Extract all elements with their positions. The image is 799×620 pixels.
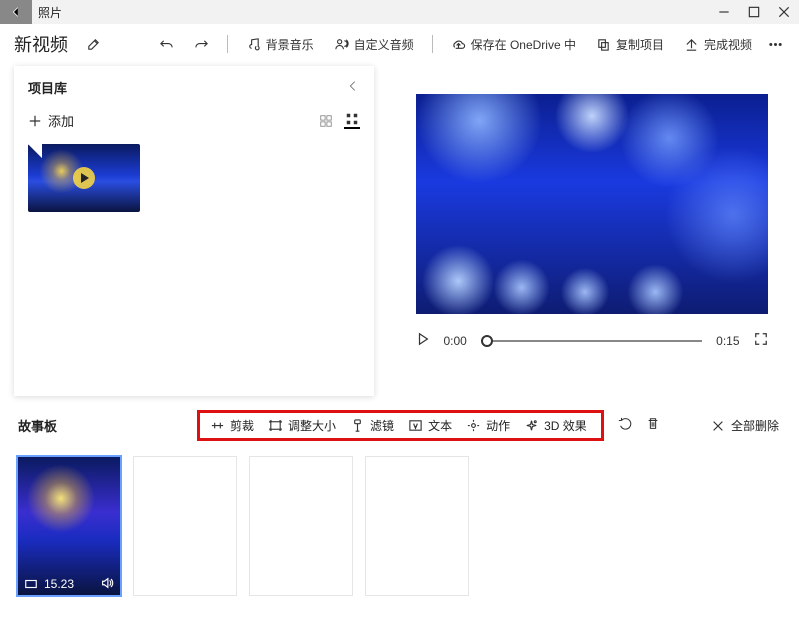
minimize-button[interactable] xyxy=(709,0,739,24)
chevron-left-icon xyxy=(346,79,360,93)
storyboard-empty-slot[interactable] xyxy=(366,457,468,595)
storyboard-empty-slot[interactable] xyxy=(134,457,236,595)
fullscreen-icon xyxy=(754,332,768,346)
fullscreen-button[interactable] xyxy=(754,332,768,349)
sparkle-icon xyxy=(524,418,539,433)
music-icon xyxy=(246,37,261,52)
trim-button[interactable]: 剪裁 xyxy=(210,417,254,434)
grid-large-icon xyxy=(345,112,359,126)
player-controls: 0:00 0:15 xyxy=(416,332,768,349)
clip-duration: 15.23 xyxy=(44,577,74,591)
delete-clip-button[interactable] xyxy=(646,417,660,434)
save-onedrive-button[interactable]: 保存在 OneDrive 中 xyxy=(445,30,582,58)
app-name: 照片 xyxy=(38,4,62,21)
pencil-icon xyxy=(86,37,101,52)
library-collapse-button[interactable] xyxy=(346,79,360,96)
clips-row: 15.23 xyxy=(18,457,779,595)
play-icon xyxy=(416,332,430,346)
3d-effects-button[interactable]: 3D 效果 xyxy=(524,417,587,434)
grid-large-view-button[interactable] xyxy=(344,113,360,129)
title-bar: 照片 xyxy=(0,0,799,24)
play-overlay-icon xyxy=(73,167,95,189)
storyboard-toolbar-highlight: 剪裁 调整大小 滤镜 文本 动作 3D 效果 xyxy=(197,410,604,441)
export-icon xyxy=(684,37,699,52)
copy-icon xyxy=(596,37,611,52)
redo-icon xyxy=(194,37,209,52)
storyboard-section: 故事板 剪裁 调整大小 滤镜 文本 动作 3D 效果 全部删除 15.23 xyxy=(0,396,799,595)
current-time: 0:00 xyxy=(444,334,467,348)
maximize-button[interactable] xyxy=(739,0,769,24)
library-title: 项目库 xyxy=(28,78,67,97)
motion-button[interactable]: 动作 xyxy=(466,417,510,434)
add-label: 添加 xyxy=(48,111,74,130)
person-audio-icon xyxy=(334,37,349,52)
copy-project-label: 复制项目 xyxy=(616,36,664,53)
trim-icon xyxy=(210,418,225,433)
main-area: 项目库 添加 0:00 xyxy=(0,64,799,396)
close-button[interactable] xyxy=(769,0,799,24)
bg-music-label: 背景音乐 xyxy=(266,36,314,53)
trash-icon xyxy=(646,417,660,431)
undo-button[interactable] xyxy=(153,30,180,58)
text-icon xyxy=(408,418,423,433)
bg-music-button[interactable]: 背景音乐 xyxy=(240,30,320,58)
redo-button[interactable] xyxy=(188,30,215,58)
storyboard-clip[interactable]: 15.23 xyxy=(18,457,120,595)
finish-video-button[interactable]: 完成视频 xyxy=(678,30,758,58)
grid-view-button[interactable] xyxy=(318,113,334,129)
text-button[interactable]: 文本 xyxy=(408,417,452,434)
save-onedrive-label: 保存在 OneDrive 中 xyxy=(471,36,576,53)
finish-video-label: 完成视频 xyxy=(704,36,752,53)
undo-icon xyxy=(159,37,174,52)
back-button[interactable] xyxy=(0,0,32,24)
x-icon xyxy=(711,419,725,433)
toolbar: 新视频 背景音乐 自定义音频 保存在 OneDrive 中 复制项目 完成视频 xyxy=(0,24,799,64)
window-controls xyxy=(709,0,799,24)
preview-panel: 0:00 0:15 xyxy=(374,64,799,396)
preview-frame xyxy=(416,94,768,314)
view-toggle xyxy=(318,113,360,129)
play-button[interactable] xyxy=(416,332,430,349)
plus-icon xyxy=(28,114,42,128)
custom-audio-label: 自定义音频 xyxy=(354,36,414,53)
delete-all-label: 全部删除 xyxy=(731,417,779,434)
storyboard-empty-slot[interactable] xyxy=(250,457,352,595)
cloud-upload-icon xyxy=(451,37,466,52)
clip-volume-icon[interactable] xyxy=(100,576,114,593)
filter-button[interactable]: 滤镜 xyxy=(350,417,394,434)
video-preview[interactable] xyxy=(416,94,768,314)
seek-bar[interactable] xyxy=(481,334,702,348)
resize-button[interactable]: 调整大小 xyxy=(268,417,336,434)
card-icon xyxy=(24,577,38,591)
ellipsis-icon xyxy=(768,37,783,52)
rotate-icon xyxy=(618,417,632,431)
resize-icon xyxy=(268,418,283,433)
rename-button[interactable] xyxy=(80,30,107,58)
seek-thumb[interactable] xyxy=(481,335,493,347)
project-title: 新视频 xyxy=(14,31,68,57)
storyboard-title: 故事板 xyxy=(18,416,57,435)
speaker-icon xyxy=(100,576,114,590)
rotate-button[interactable] xyxy=(618,417,632,434)
library-media-item[interactable] xyxy=(28,144,140,212)
project-library-panel: 项目库 添加 xyxy=(14,66,374,396)
grid-small-icon xyxy=(319,114,333,128)
copy-project-button[interactable]: 复制项目 xyxy=(590,30,670,58)
motion-icon xyxy=(466,418,481,433)
delete-all-button[interactable]: 全部删除 xyxy=(711,417,779,434)
total-time: 0:15 xyxy=(716,334,739,348)
filter-icon xyxy=(350,418,365,433)
more-button[interactable] xyxy=(766,30,785,58)
custom-audio-button[interactable]: 自定义音频 xyxy=(328,30,420,58)
add-media-button[interactable]: 添加 xyxy=(28,111,74,130)
